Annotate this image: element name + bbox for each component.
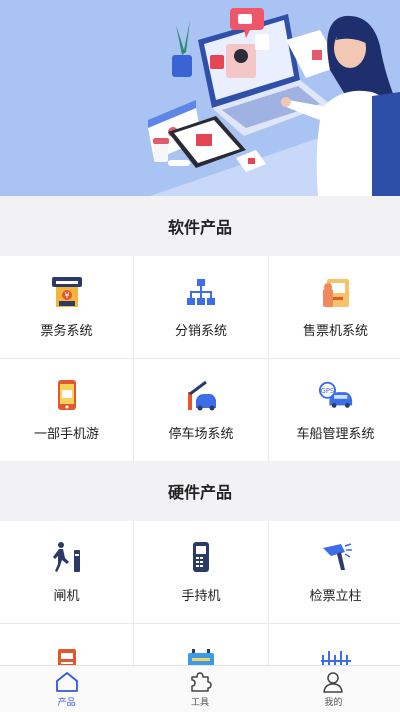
section-title-software: 软件产品 [0, 196, 400, 256]
tab-tools[interactable]: 工具 [133, 666, 266, 712]
customer-service-illustration [0, 0, 400, 196]
banner-illustration [0, 0, 400, 196]
bottom-tab-bar: 产品 工具 我的 [0, 665, 400, 712]
handheld-terminal-icon [183, 539, 219, 575]
product-scanner-pillar[interactable]: 检票立柱 [269, 521, 400, 623]
product-ticketing-system[interactable]: ¥ 票务系统 [0, 256, 133, 358]
svg-text:GPS: GPS [320, 387, 333, 395]
gate-fence-icon [318, 642, 354, 665]
display-panel-icon [183, 642, 219, 665]
puzzle-icon [191, 671, 212, 692]
product-label: 手持机 [181, 589, 221, 604]
product-vehicle-ship-management[interactable]: GPS 车船管理系统 [269, 359, 400, 461]
hierarchy-icon [183, 274, 219, 310]
product-kiosk-system[interactable]: 售票机系统 [269, 256, 400, 358]
product-turnstile[interactable]: 闸机 [0, 521, 133, 623]
product-gate-fence[interactable] [269, 624, 400, 665]
kiosk-icon [318, 274, 354, 310]
svg-text:¥: ¥ [64, 291, 69, 300]
product-printer[interactable] [0, 624, 133, 665]
mobile-phone-icon [49, 377, 85, 413]
product-label: 闸机 [53, 589, 80, 604]
product-mobile-tour[interactable]: 一部手机游 [0, 359, 133, 461]
product-label: 停车场系统 [168, 427, 234, 442]
turnstile-icon [49, 539, 85, 575]
tab-mine[interactable]: 我的 [267, 666, 400, 712]
vehicle-ship-icon: GPS [318, 377, 354, 413]
product-distribution-system[interactable]: 分销系统 [134, 256, 268, 358]
printer-icon [49, 642, 85, 665]
home-icon [55, 671, 78, 692]
product-handheld[interactable]: 手持机 [134, 521, 268, 623]
product-label: 车船管理系统 [296, 427, 375, 442]
hardware-grid: 闸机 手持机 检票立柱 [0, 521, 400, 665]
product-label: 检票立柱 [309, 589, 362, 604]
product-label: 一部手机游 [33, 427, 99, 442]
product-list[interactable]: 软件产品 ¥ 票务系统 分销系统 售票机系统 一部手机游 停车场系统 GPS 车… [0, 196, 400, 665]
tab-label: 工具 [190, 697, 209, 708]
section-title-hardware: 硬件产品 [0, 461, 400, 521]
tab-label: 我的 [324, 697, 343, 708]
product-label: 票务系统 [40, 324, 93, 339]
tab-label: 产品 [57, 697, 76, 708]
ticket-machine-icon: ¥ [49, 274, 85, 310]
software-grid: ¥ 票务系统 分销系统 售票机系统 一部手机游 停车场系统 GPS 车船管理系统 [0, 256, 400, 461]
parking-barrier-icon [183, 377, 219, 413]
product-label: 售票机系统 [302, 324, 368, 339]
product-label: 分销系统 [174, 324, 227, 339]
scanner-pillar-icon [318, 539, 354, 575]
tab-products[interactable]: 产品 [0, 666, 133, 712]
product-parking-system[interactable]: 停车场系统 [134, 359, 268, 461]
user-icon [323, 671, 344, 693]
product-display-panel[interactable] [134, 624, 268, 665]
